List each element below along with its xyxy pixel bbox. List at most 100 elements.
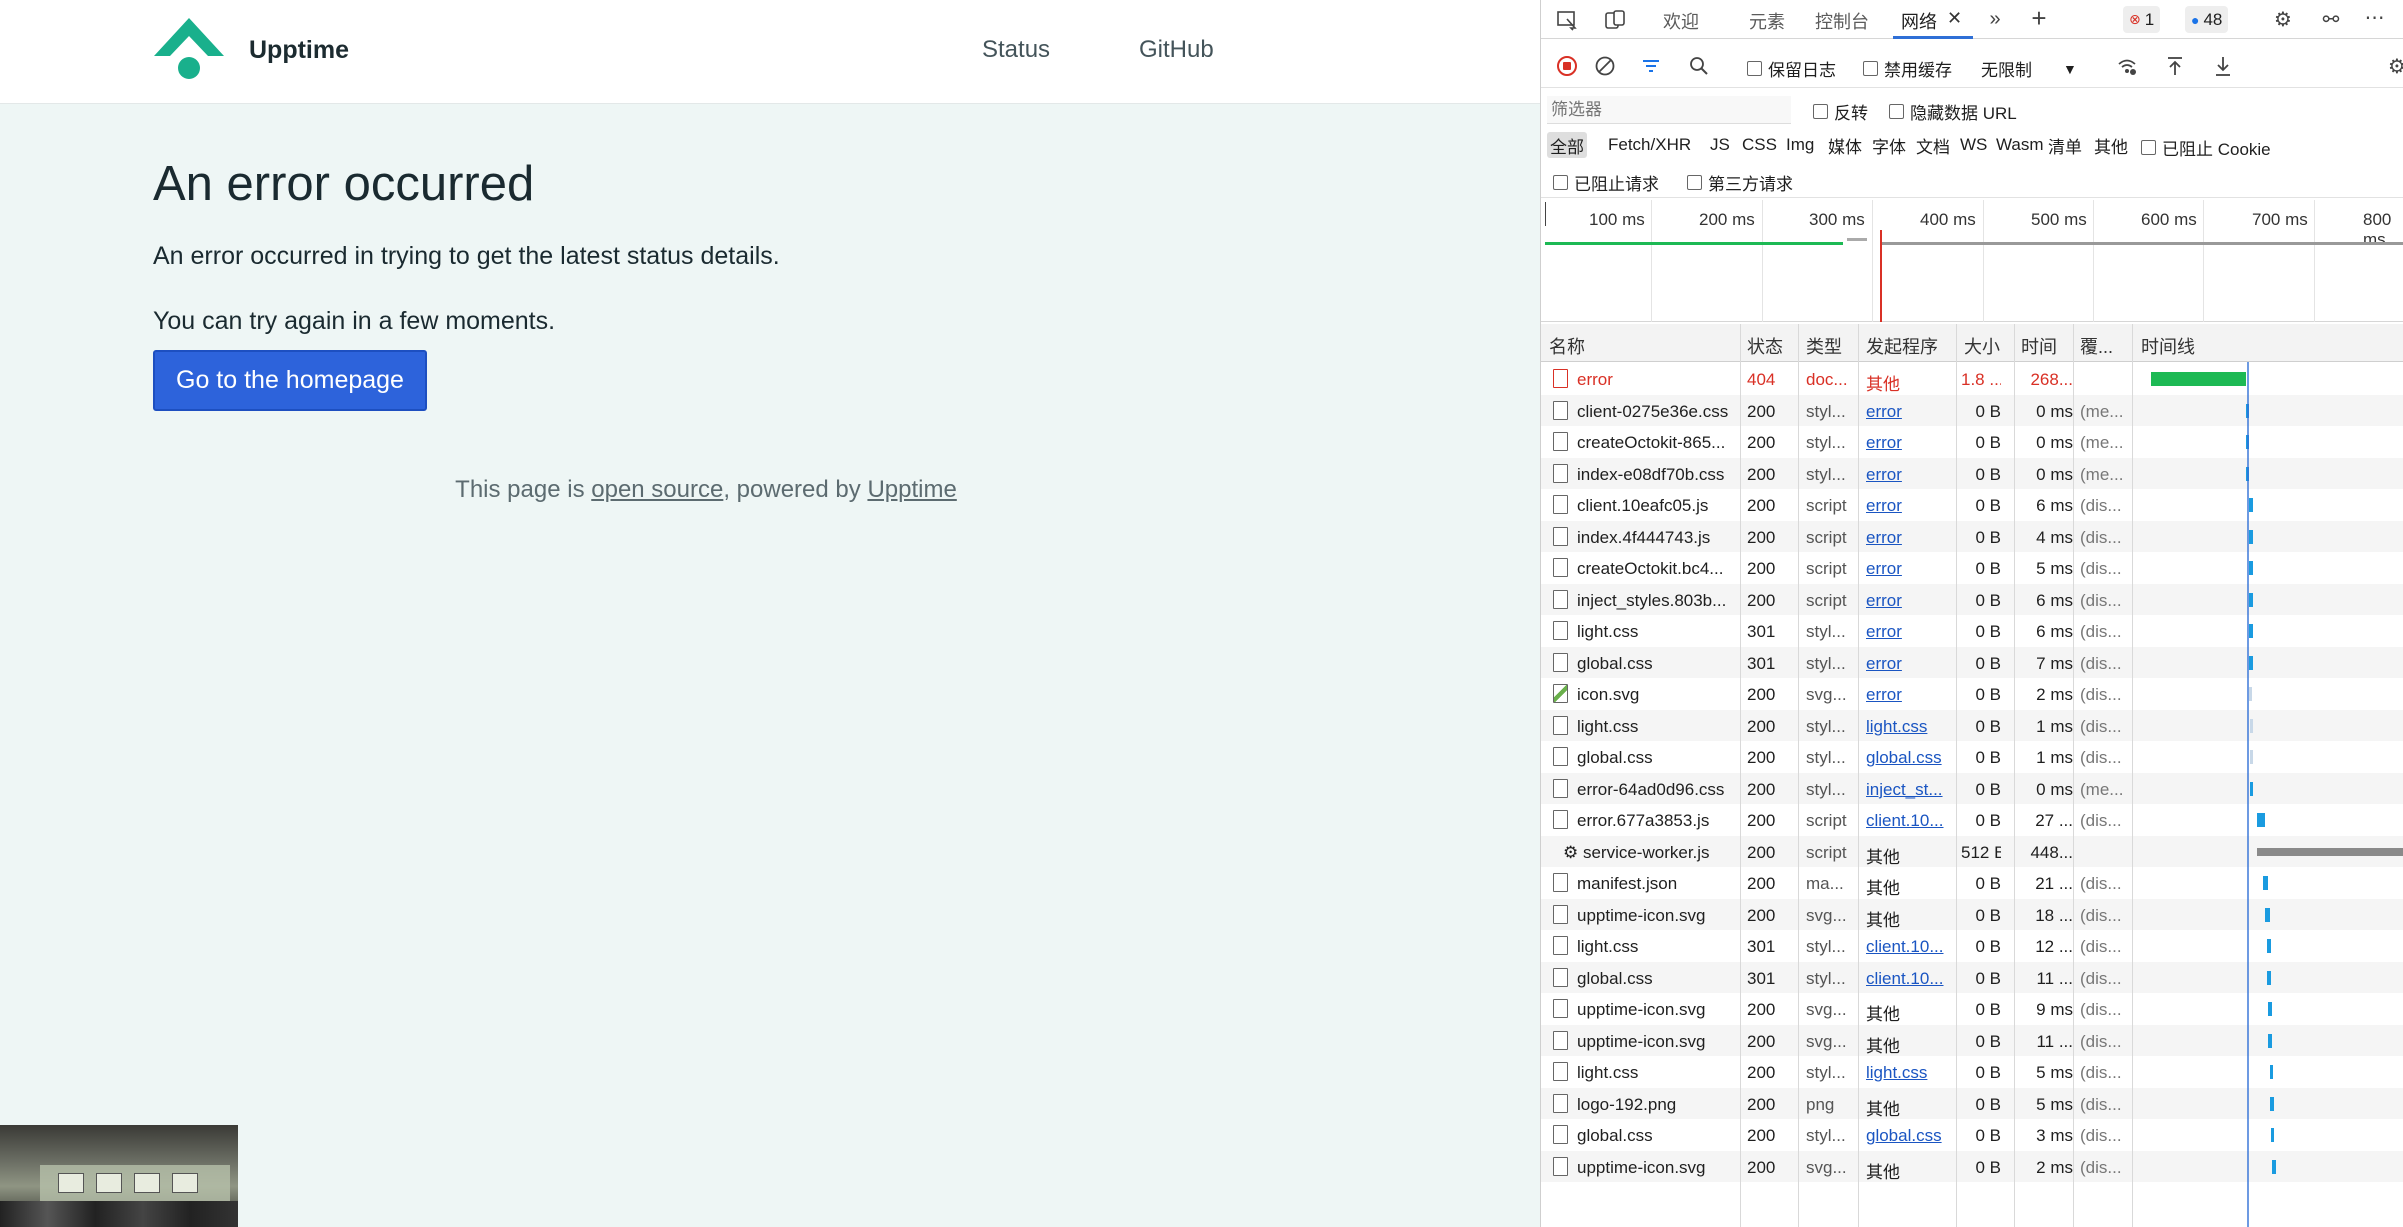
hide-data-urls-checkbox[interactable]: 隐藏数据 URL bbox=[1889, 99, 2017, 124]
request-initiator[interactable]: client.10... bbox=[1866, 811, 1948, 831]
request-initiator[interactable]: error bbox=[1866, 685, 1948, 705]
error-count-badge[interactable]: ⊗ 1 bbox=[2123, 6, 2161, 33]
type-filter-wasm[interactable]: Wasm bbox=[1993, 132, 2047, 158]
request-initiator[interactable]: error bbox=[1866, 496, 1948, 516]
request-row[interactable]: global.css 301 styl... error 0 B 7 ms (dis... bbox=[1541, 646, 2403, 678]
tab-elements[interactable]: 元素 bbox=[1749, 8, 1785, 34]
close-tab-icon[interactable]: ✕ bbox=[1947, 8, 1962, 29]
request-row[interactable]: inject_styles.803b... 200 script error 0 B 6 … bbox=[1541, 583, 2403, 615]
request-initiator[interactable]: error bbox=[1866, 591, 1948, 611]
type-filter-media[interactable]: 媒体 bbox=[1825, 132, 1865, 158]
invert-checkbox[interactable]: 反转 bbox=[1813, 99, 1868, 124]
column-divider[interactable] bbox=[2132, 324, 2133, 1227]
clear-log-icon[interactable] bbox=[1591, 52, 1619, 80]
search-icon[interactable] bbox=[1685, 52, 1713, 80]
inspect-element-icon[interactable] bbox=[1553, 6, 1581, 34]
request-initiator[interactable]: error bbox=[1866, 654, 1948, 674]
floating-video-thumbnail[interactable] bbox=[0, 1125, 238, 1227]
type-filter-all[interactable]: 全部 bbox=[1547, 132, 1587, 158]
col-name[interactable]: 名称 bbox=[1549, 333, 1585, 359]
request-row[interactable]: upptime-icon.svg 200 svg... 其他 0 B 18 ... (dis… bbox=[1541, 898, 2403, 930]
column-divider[interactable] bbox=[1798, 324, 1799, 1227]
request-initiator[interactable]: client.10... bbox=[1866, 937, 1948, 957]
filter-funnel-icon[interactable] bbox=[1637, 52, 1665, 80]
filter-input[interactable] bbox=[1547, 96, 1791, 124]
type-filter-css[interactable]: CSS bbox=[1739, 132, 1780, 158]
checkbox-box[interactable] bbox=[1553, 175, 1568, 190]
col-status[interactable]: 状态 bbox=[1747, 333, 1783, 359]
upptime-link[interactable]: Upptime bbox=[867, 476, 956, 503]
checkbox-box[interactable] bbox=[1863, 61, 1878, 76]
upptime-logo-icon[interactable] bbox=[152, 16, 226, 80]
settings-gear-icon[interactable]: ⚙ bbox=[2269, 5, 2297, 33]
request-initiator[interactable]: error bbox=[1866, 528, 1948, 548]
disable-cache-checkbox[interactable]: 禁用缓存 bbox=[1863, 56, 1952, 81]
column-divider[interactable] bbox=[2073, 324, 2074, 1227]
blocked-cookies-checkbox[interactable]: 已阻止 Cookie bbox=[2141, 135, 2271, 160]
request-initiator[interactable]: error bbox=[1866, 465, 1948, 485]
request-row[interactable]: global.css 301 styl... client.10... 0 B 11 ..… bbox=[1541, 961, 2403, 993]
third-party-checkbox[interactable]: 第三方请求 bbox=[1687, 170, 1793, 195]
request-row[interactable]: manifest.json 200 ma... 其他 0 B 21 ... (dis... bbox=[1541, 867, 2403, 899]
request-row[interactable]: error 404 doc... 其他 1.8 ... 268... bbox=[1541, 363, 2403, 395]
request-row[interactable]: index-e08df70b.css 200 styl... error 0 B 0 ms… bbox=[1541, 457, 2403, 489]
request-initiator[interactable]: global.css bbox=[1866, 748, 1948, 768]
blocked-requests-checkbox[interactable]: 已阻止请求 bbox=[1553, 170, 1659, 195]
request-row[interactable]: light.css 200 styl... light.css 0 B 5 ms (dis.… bbox=[1541, 1056, 2403, 1088]
request-initiator[interactable]: light.css bbox=[1866, 1063, 1948, 1083]
open-source-link[interactable]: open source bbox=[591, 476, 723, 503]
request-row[interactable]: light.css 200 styl... light.css 0 B 1 ms (dis.… bbox=[1541, 709, 2403, 741]
col-size[interactable]: 大小 bbox=[1964, 333, 2000, 359]
column-divider[interactable] bbox=[1956, 324, 1957, 1227]
overview-left-handle[interactable] bbox=[1545, 202, 1546, 226]
col-waterfall[interactable]: 时间线 bbox=[2141, 333, 2195, 359]
column-divider[interactable] bbox=[1740, 324, 1741, 1227]
request-row[interactable]: index.4f444743.js 200 script error 0 B 4 ms (d… bbox=[1541, 520, 2403, 552]
request-row[interactable]: client-0275e36e.css 200 styl... error 0 B 0 m… bbox=[1541, 394, 2403, 426]
col-type[interactable]: 类型 bbox=[1806, 333, 1842, 359]
request-initiator[interactable]: error bbox=[1866, 559, 1948, 579]
request-row[interactable]: light.css 301 styl... client.10... 0 B 12 ...… bbox=[1541, 930, 2403, 962]
customize-devtools-icon[interactable]: ⚯ bbox=[2317, 5, 2345, 33]
request-row[interactable]: upptime-icon.svg 200 svg... 其他 0 B 9 ms (dis..… bbox=[1541, 993, 2403, 1025]
request-row[interactable]: createOctokit-865... 200 styl... error 0 B 0 … bbox=[1541, 426, 2403, 458]
more-options-icon[interactable]: ⋯ bbox=[2361, 3, 2389, 31]
request-initiator[interactable]: error bbox=[1866, 433, 1948, 453]
column-divider[interactable] bbox=[1858, 324, 1859, 1227]
request-row[interactable]: createOctokit.bc4... 200 script error 0 B 5 m… bbox=[1541, 552, 2403, 584]
checkbox-box[interactable] bbox=[1687, 175, 1702, 190]
type-filter-doc[interactable]: 文档 bbox=[1913, 132, 1953, 158]
nav-status-link[interactable]: Status bbox=[982, 36, 1050, 64]
request-initiator[interactable]: global.css bbox=[1866, 1126, 1948, 1146]
request-row[interactable]: global.css 200 styl... global.css 0 B 3 ms (di… bbox=[1541, 1119, 2403, 1151]
request-initiator[interactable]: light.css bbox=[1866, 717, 1948, 737]
type-filter-img[interactable]: Img bbox=[1783, 132, 1817, 158]
col-initiator[interactable]: 发起程序 bbox=[1866, 333, 1938, 359]
type-filter-ws[interactable]: WS bbox=[1957, 132, 1990, 158]
record-stop-icon[interactable] bbox=[1553, 52, 1581, 80]
brand-name[interactable]: Upptime bbox=[249, 36, 349, 65]
network-settings-icon[interactable]: ⚙ bbox=[2383, 52, 2403, 80]
request-initiator[interactable]: inject_st... bbox=[1866, 780, 1948, 800]
message-count-badge[interactable]: ● 48 bbox=[2185, 6, 2229, 33]
tab-network[interactable]: 网络 bbox=[1901, 8, 1937, 34]
request-row[interactable]: upptime-icon.svg 200 svg... 其他 0 B 11 ... (dis… bbox=[1541, 1024, 2403, 1056]
type-filter-manifest[interactable]: 清单 bbox=[2045, 132, 2085, 158]
request-row[interactable]: ⚙ service-worker.js 200 script 其他 512 B 448..… bbox=[1541, 835, 2403, 867]
type-filter-fetch[interactable]: Fetch/XHR bbox=[1605, 132, 1694, 158]
checkbox-box[interactable] bbox=[1813, 104, 1828, 119]
tab-welcome[interactable]: 欢迎 bbox=[1663, 8, 1699, 34]
checkbox-box[interactable] bbox=[1889, 104, 1904, 119]
type-filter-other[interactable]: 其他 bbox=[2091, 132, 2131, 158]
throttling-select[interactable]: 无限制 ▼ bbox=[1981, 56, 2091, 81]
request-row[interactable]: light.css 301 styl... error 0 B 6 ms (dis... bbox=[1541, 615, 2403, 647]
request-initiator[interactable]: error bbox=[1866, 622, 1948, 642]
request-initiator[interactable]: client.10... bbox=[1866, 969, 1948, 989]
tab-console[interactable]: 控制台 bbox=[1815, 8, 1869, 34]
export-har-icon[interactable] bbox=[2209, 52, 2237, 80]
more-tabs-icon[interactable]: » bbox=[1981, 5, 2009, 33]
column-divider[interactable] bbox=[2014, 324, 2015, 1227]
preserve-log-checkbox[interactable]: 保留日志 bbox=[1747, 56, 1836, 81]
import-har-icon[interactable] bbox=[2161, 52, 2189, 80]
network-conditions-icon[interactable] bbox=[2113, 52, 2141, 80]
